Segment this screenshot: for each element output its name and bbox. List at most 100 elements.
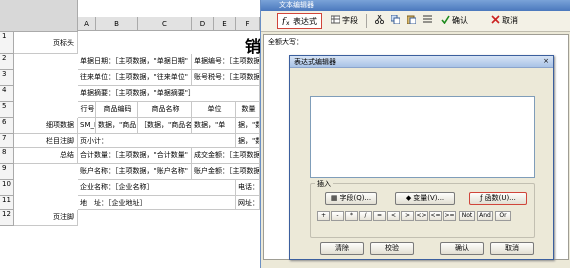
- operator-and[interactable]: And: [477, 211, 493, 221]
- cell-page-subtotal[interactable]: 页小计：: [78, 134, 236, 148]
- operator-plus[interactable]: +: [317, 211, 330, 221]
- band-label-page-footer: 页注脚: [14, 210, 78, 226]
- cell-phone[interactable]: 电话：［联: [236, 180, 260, 196]
- cell-tax-number[interactable]: 账号税号：［主项数据，: [192, 70, 260, 86]
- cell-summary[interactable]: 单据摘要：［主项数据，"单据摘要"］: [78, 86, 260, 102]
- operator-divide[interactable]: /: [359, 211, 372, 221]
- cell-header-unit[interactable]: 单位: [192, 102, 236, 118]
- ok-button[interactable]: 确认: [440, 242, 484, 255]
- row-header-3[interactable]: 3: [0, 70, 14, 86]
- operator-greater[interactable]: >: [401, 211, 414, 221]
- function-icon: ƒ: [480, 194, 483, 202]
- band-label-detail: 细项数据: [14, 118, 78, 134]
- expression-editor-dialog: 表达式编辑器 × 插入 ▦ 字段(Q)... ◆ 变量(V)... ƒ 函数(U)..…: [289, 55, 554, 260]
- scissors-icon: [374, 14, 385, 25]
- field-button[interactable]: 字段: [327, 13, 362, 29]
- cell-detail-quantity[interactable]: 据，"数量": [236, 118, 260, 134]
- column-header-b[interactable]: B: [96, 17, 138, 31]
- row-header-9[interactable]: 9: [0, 164, 14, 180]
- column-header-a[interactable]: A: [78, 17, 96, 31]
- operator-less[interactable]: <: [387, 211, 400, 221]
- check-icon: [441, 14, 450, 25]
- cell-detail-line-no[interactable]: SM_Lin: [78, 118, 96, 134]
- cell-website[interactable]: 网址：［网: [236, 196, 260, 210]
- operator-not[interactable]: Not: [459, 211, 475, 221]
- insert-variable-button[interactable]: ◆ 变量(V)...: [395, 192, 455, 205]
- insert-variable-label: 变量(V)...: [413, 194, 445, 202]
- band-label-summary: 总结: [14, 148, 78, 164]
- column-header-d[interactable]: D: [192, 17, 214, 31]
- column-header-e[interactable]: E: [214, 17, 236, 31]
- operator-greater-equal[interactable]: >=: [443, 211, 456, 221]
- cancel-toolbar-label: 取消: [502, 16, 518, 25]
- cell-detail-item-code[interactable]: 数据，"商品: [96, 118, 138, 134]
- cell-partner[interactable]: 往来单位：［主项数据，"往来单位": [78, 70, 192, 86]
- band-label-page-header: 页标头: [14, 32, 78, 54]
- insert-field-label: 字段(Q)...: [339, 194, 372, 202]
- field-button-label: 字段: [342, 16, 358, 25]
- cell-bill-date[interactable]: 单据日期：［主项数据，"单据日期": [78, 54, 192, 70]
- row-header-11[interactable]: 11: [0, 196, 14, 210]
- copy-icon: [390, 14, 401, 25]
- operator-less-equal[interactable]: <=: [429, 211, 442, 221]
- cell-deal-amount[interactable]: 成交金额：［主项数据，: [192, 148, 260, 164]
- column-header-f[interactable]: F: [236, 17, 260, 31]
- row-header-7[interactable]: 7: [0, 134, 14, 148]
- cell-company-name[interactable]: 企业名称：［企业名称］: [78, 180, 236, 196]
- text-editor-title: 文本编辑器: [261, 0, 570, 11]
- function-icon: fx: [281, 15, 291, 27]
- row-header-5[interactable]: 5: [0, 102, 14, 118]
- cell-detail-unit[interactable]: 数据，"单: [192, 118, 236, 134]
- operator-or[interactable]: Or: [495, 211, 511, 221]
- cell-account-amount[interactable]: 账户金额：［主项数据，: [192, 164, 260, 180]
- row-header-6[interactable]: 6: [0, 118, 14, 134]
- insert-function-label: 函数(U)...: [484, 194, 516, 202]
- cancel-button[interactable]: 取消: [490, 242, 534, 255]
- operator-not-equal[interactable]: <>: [415, 211, 428, 221]
- align-icon: [423, 14, 432, 23]
- text-editor-toolbar: f x 表达式 字段 确认 取消: [261, 11, 570, 32]
- cell-total-quantity[interactable]: 合计数量：［主项数据，"合计数量": [78, 148, 192, 164]
- sheet-corner: [0, 0, 78, 32]
- operator-equal[interactable]: =: [373, 211, 386, 221]
- cell-header-item-code[interactable]: 商品编码: [96, 102, 138, 118]
- validate-button[interactable]: 校验: [370, 242, 414, 255]
- insert-field-button[interactable]: ▦ 字段(Q)...: [325, 192, 377, 205]
- toolbar-divider: [366, 14, 367, 28]
- svg-text:x: x: [286, 20, 290, 25]
- cell-subtotal-quantity[interactable]: 据，"数量": [236, 134, 260, 148]
- close-icon[interactable]: ×: [541, 57, 551, 66]
- cell-header-item-name[interactable]: 商品名称: [138, 102, 192, 118]
- confirm-button[interactable]: 确认: [437, 13, 472, 29]
- cell-header-quantity[interactable]: 数量: [236, 102, 260, 118]
- insert-group: 插入 ▦ 字段(Q)... ◆ 变量(V)... ƒ 函数(U)... + - * /…: [310, 179, 535, 238]
- cell-company-address[interactable]: 地 址：［企业地址］: [78, 196, 236, 210]
- row-header-2[interactable]: 2: [0, 54, 14, 70]
- cell-detail-item-name[interactable]: ［数据，"商品名称: [138, 118, 192, 134]
- cell-bill-number[interactable]: 单据编号：［主项数据，: [192, 54, 260, 70]
- dialog-title: 表达式编辑器: [290, 56, 553, 68]
- row-header-12[interactable]: 12: [0, 210, 14, 226]
- confirm-button-label: 确认: [452, 16, 468, 25]
- cell-account-name[interactable]: 账户名称：［主项数据，"账户名称": [78, 164, 192, 180]
- insert-group-label: 插入: [315, 179, 333, 189]
- column-header-c[interactable]: C: [138, 17, 192, 31]
- expression-button[interactable]: f x 表达式: [277, 13, 322, 29]
- cancel-toolbar-button[interactable]: 取消: [487, 13, 522, 29]
- row-header-8[interactable]: 8: [0, 148, 14, 164]
- operator-minus[interactable]: -: [331, 211, 344, 221]
- content-text: 全额大写：: [268, 38, 303, 46]
- expression-input[interactable]: [310, 96, 535, 178]
- cell-header-line-no[interactable]: 行号: [78, 102, 96, 118]
- row-header-4[interactable]: 4: [0, 86, 14, 102]
- expression-button-label: 表达式: [293, 17, 317, 26]
- band-label-column-footer: 栏目注脚: [14, 134, 78, 148]
- row-header-1[interactable]: 1: [0, 32, 14, 54]
- insert-function-button[interactable]: ƒ 函数(U)...: [469, 192, 527, 205]
- operator-multiply[interactable]: *: [345, 211, 358, 221]
- paste-icon: [406, 14, 417, 25]
- field-icon: [330, 14, 341, 24]
- align-button[interactable]: [419, 13, 438, 29]
- clear-button[interactable]: 清除: [320, 242, 364, 255]
- row-header-10[interactable]: 10: [0, 180, 14, 196]
